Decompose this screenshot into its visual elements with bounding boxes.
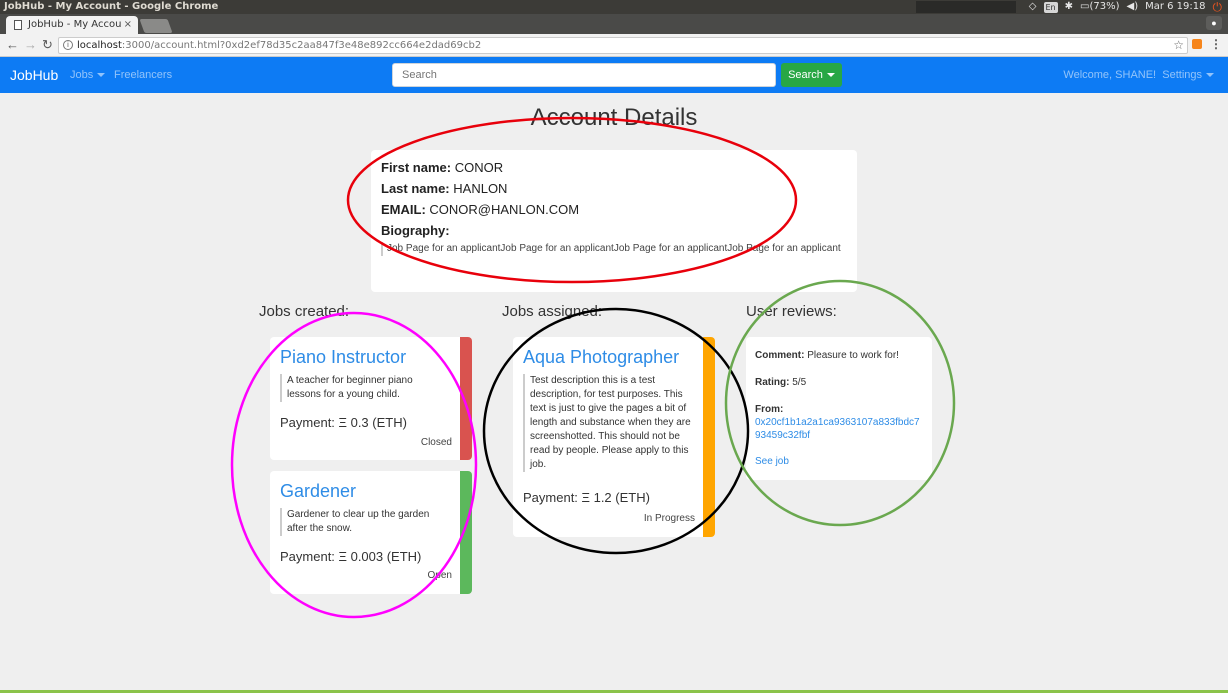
settings-dropdown[interactable]: Settings (1162, 69, 1202, 81)
status-color-bar (703, 337, 715, 537)
job-payment: Payment: Ξ 0.3 (ETH) (280, 415, 407, 430)
site-info-icon[interactable]: i (63, 40, 73, 50)
jobs-created-heading: Jobs created: (259, 303, 350, 320)
review-card: Comment: Pleasure to work for! Rating: 5… (746, 337, 932, 480)
see-job-link[interactable]: See job (755, 455, 923, 468)
job-title[interactable]: Piano Instructor (280, 347, 406, 368)
reviewer-address-link[interactable]: 0x20cf1b1a2a1ca9363107a833fbdc793459c32f… (755, 416, 923, 442)
biography-label: Biography: (381, 223, 450, 238)
user-menu[interactable]: Welcome, SHANE! Settings (1063, 69, 1214, 81)
chevron-down-icon (97, 73, 106, 78)
job-card[interactable]: Gardener Gardener to clear up the garden… (270, 471, 472, 594)
address-bar[interactable]: i localhost:3000/account.html?0xd2ef78d3… (58, 37, 1188, 54)
user-reviews-heading: User reviews: (746, 303, 837, 320)
job-status: Closed (420, 437, 452, 448)
last-name-row: Last name: HANLON (381, 181, 508, 196)
job-payment: Payment: Ξ 1.2 (ETH) (523, 490, 650, 505)
job-card[interactable]: Aqua Photographer Test description this … (513, 337, 715, 537)
battery-indicator[interactable]: ▭(73%) (1080, 0, 1119, 14)
system-monitor-graph (915, 1, 1016, 13)
jobs-dropdown[interactable]: Jobs (70, 69, 106, 81)
browser-menu-icon[interactable]: ⋮ (1210, 37, 1222, 51)
job-title[interactable]: Aqua Photographer (523, 347, 679, 368)
power-icon[interactable]: ⏻ (1213, 0, 1223, 14)
status-color-bar (460, 471, 472, 594)
job-description: Gardener to clear up the garden after th… (280, 508, 450, 536)
volume-icon[interactable]: ◀) (1127, 0, 1139, 14)
job-status: In Progress (643, 513, 695, 524)
os-top-bar: JobHub - My Account - Google Chrome ◇ En… (0, 0, 1228, 14)
site-navbar: JobHub Jobs Freelancers Search Welcome, … (0, 57, 1228, 93)
review-comment: Comment: Pleasure to work for! (755, 350, 899, 361)
reload-icon[interactable]: ↻ (42, 38, 53, 52)
new-tab-button[interactable] (139, 19, 173, 33)
biography-text: Job Page for an applicantJob Page for an… (381, 242, 847, 256)
job-description: Test description this is a test descript… (523, 374, 699, 472)
welcome-text: Welcome, SHANE! (1063, 69, 1157, 81)
review-from-label: From: (755, 404, 784, 415)
first-name-value: CONOR (454, 160, 504, 175)
status-color-bar (460, 337, 472, 460)
clock[interactable]: Mar 6 19:18 (1145, 0, 1205, 14)
browser-toolbar: ← → ↻ i localhost:3000/account.html?0xd2… (0, 34, 1228, 57)
account-details-card: First name: CONOR Last name: HANLON EMAI… (371, 150, 857, 292)
profile-icon[interactable]: ● (1206, 16, 1222, 30)
window-title: JobHub - My Account - Google Chrome (4, 1, 219, 12)
freelancers-link[interactable]: Freelancers (114, 69, 172, 81)
chevron-down-icon (826, 73, 835, 78)
back-icon[interactable]: ← (6, 38, 19, 52)
job-title[interactable]: Gardener (280, 481, 356, 502)
review-rating: Rating: 5/5 (755, 377, 807, 388)
metamask-extension-icon[interactable] (1192, 39, 1202, 49)
url-host: localhost (77, 40, 122, 51)
job-status: Open (427, 570, 452, 581)
first-name-row: First name: CONOR (381, 160, 504, 175)
browser-tab-strip: JobHub - My Accou × ● (0, 14, 1228, 34)
job-card[interactable]: Piano Instructor A teacher for beginner … (270, 337, 472, 460)
wifi-icon[interactable]: ◇ (1029, 0, 1037, 14)
browser-tab[interactable]: JobHub - My Accou × (6, 16, 138, 34)
brand-logo[interactable]: JobHub (10, 67, 58, 83)
url-path: :3000/account.html?0xd2ef78d35c2aa847f3e… (121, 40, 482, 51)
search-input[interactable] (392, 63, 776, 87)
email-row: EMAIL: CONOR@HANLON.COM (381, 202, 580, 217)
close-tab-icon[interactable]: × (124, 16, 132, 34)
bluetooth-icon[interactable]: ✱ (1065, 0, 1073, 14)
page-title: Account Details (530, 104, 698, 131)
search-button[interactable]: Search (781, 63, 842, 87)
forward-icon[interactable]: → (24, 38, 37, 52)
chevron-down-icon (1206, 73, 1214, 78)
job-payment: Payment: Ξ 0.003 (ETH) (280, 549, 422, 564)
tab-title: JobHub - My Accou (28, 19, 122, 30)
bookmark-star-icon[interactable]: ☆ (1173, 38, 1184, 52)
keyboard-layout-indicator[interactable]: En (1043, 1, 1058, 13)
jobs-assigned-heading: Jobs assigned: (502, 303, 603, 320)
last-name-value: HANLON (453, 181, 508, 196)
system-tray: ◇ En ✱ ▭(73%) ◀) Mar 6 19:18 ⏻ (915, 0, 1223, 14)
page-icon (14, 20, 22, 30)
job-description: A teacher for beginner piano lessons for… (280, 374, 440, 402)
email-value: CONOR@HANLON.COM (429, 202, 580, 217)
